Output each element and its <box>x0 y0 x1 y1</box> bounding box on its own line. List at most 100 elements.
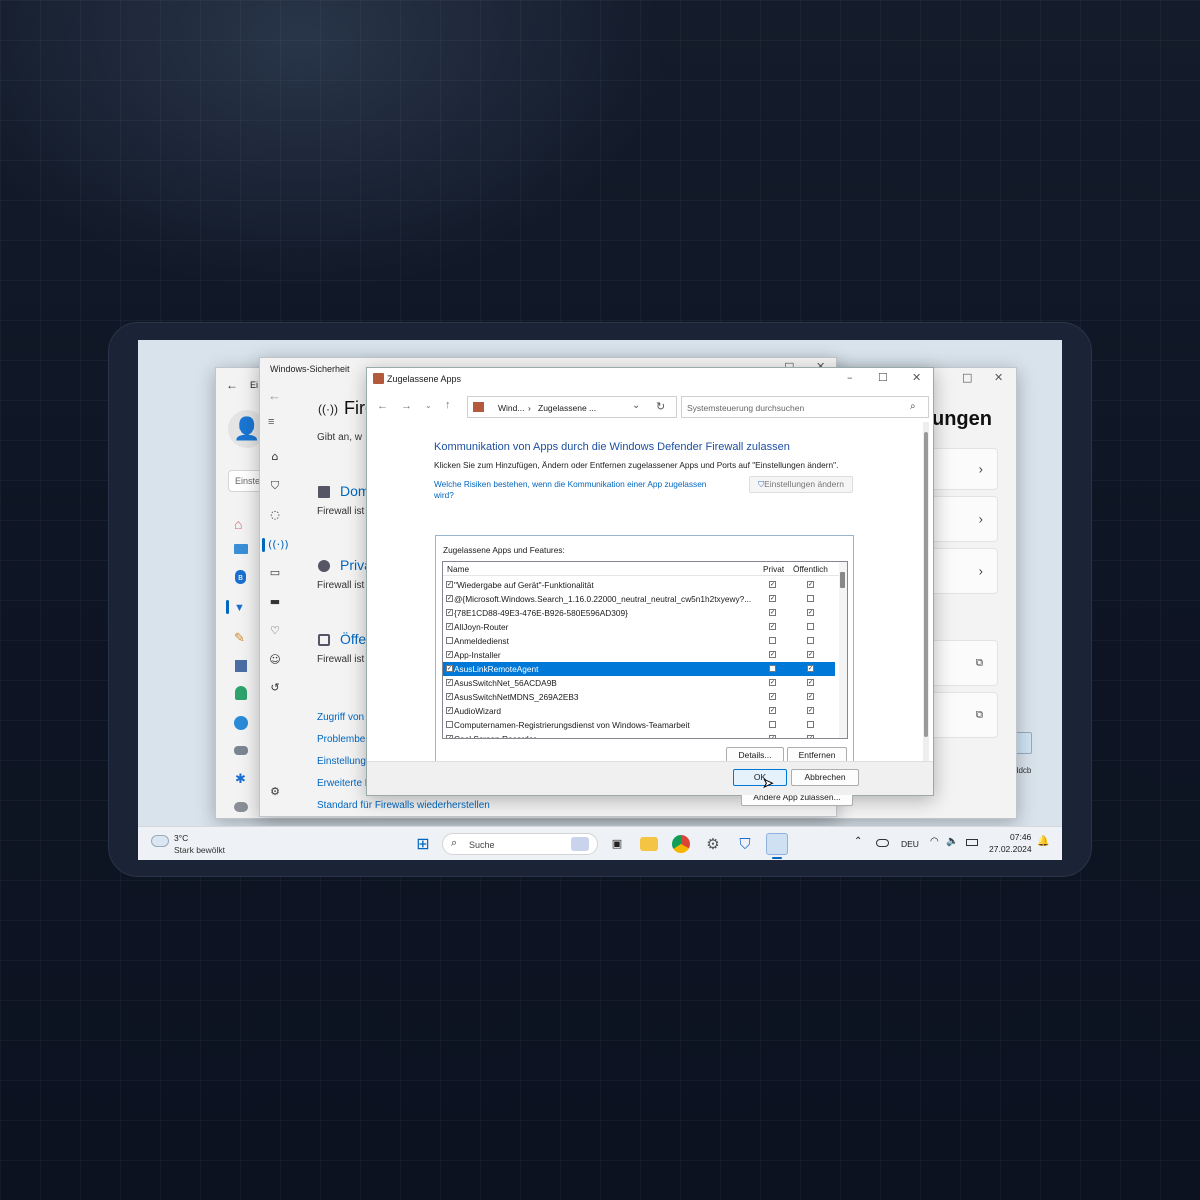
taskbar-search-input[interactable]: ⌕ Suche <box>442 833 598 855</box>
ok-button[interactable]: OK <box>733 769 787 786</box>
public-network-link[interactable]: Öffe <box>340 631 366 647</box>
nav-accounts-icon[interactable] <box>235 686 247 700</box>
wifi-icon[interactable]: ◠ <box>930 836 939 847</box>
firewall-network-icon[interactable]: ((·)) <box>268 538 289 552</box>
row-private-checkbox[interactable] <box>769 665 776 672</box>
row-enabled-checkbox[interactable]: ✓ <box>446 595 453 602</box>
weather-cloud-icon[interactable] <box>151 835 169 847</box>
table-row[interactable]: ✓ App-Installer ✓ ✓ <box>443 648 835 662</box>
settings-card-2[interactable]: › <box>928 496 998 542</box>
notification-settings-link[interactable]: Einstellung <box>317 756 366 767</box>
settings-card-1[interactable]: › <box>928 448 998 490</box>
restore-defaults-link[interactable]: Standard für Firewalls wiederherstellen <box>317 800 490 811</box>
table-row[interactable]: Anmeldedienst <box>443 634 835 648</box>
nav-personalization-icon[interactable]: ✎ <box>234 630 245 646</box>
address-bar[interactable]: Wind... › Zugelassene ... ⌄ ↻ <box>467 396 677 418</box>
wifi-icon[interactable]: ▼ <box>234 602 245 614</box>
row-public-checkbox[interactable]: ✓ <box>807 707 814 714</box>
row-public-checkbox[interactable]: ✓ <box>807 735 814 738</box>
row-enabled-checkbox[interactable]: ✓ <box>446 665 453 672</box>
settings-card-5[interactable]: ⧉ <box>928 692 998 738</box>
row-private-checkbox[interactable]: ✓ <box>769 679 776 686</box>
menu-icon[interactable]: ≡ <box>268 416 274 428</box>
settings-card-4[interactable]: ⧉ <box>928 640 998 686</box>
list-scrollbar[interactable] <box>839 562 847 738</box>
file-explorer-icon[interactable] <box>640 837 658 851</box>
control-panel-search-input[interactable]: Systemsteuerung durchsuchen ⌕ <box>681 396 929 418</box>
column-header-name[interactable]: Name <box>447 562 469 576</box>
table-row[interactable]: ✓ @{Microsoft.Windows.Search_1.16.0.22000… <box>443 592 835 606</box>
row-private-checkbox[interactable]: ✓ <box>769 581 776 588</box>
family-options-icon[interactable]: ☺ <box>268 653 282 667</box>
nav-time-icon[interactable] <box>234 716 248 730</box>
onedrive-cloud-icon[interactable] <box>876 839 889 847</box>
advanced-settings-link[interactable]: Erweiterte E <box>317 778 371 789</box>
close-button[interactable]: ✕ <box>994 371 1003 384</box>
row-private-checkbox[interactable]: ✓ <box>769 735 776 738</box>
column-header-public[interactable]: Öffentlich <box>793 562 828 576</box>
search-icon[interactable]: ⌕ <box>910 401 916 412</box>
control-panel-icon[interactable] <box>766 833 788 855</box>
row-public-checkbox[interactable] <box>807 721 814 728</box>
row-public-checkbox[interactable]: ✓ <box>807 665 814 672</box>
table-row[interactable]: ✓ AsusSwitchNet_56ACDA9B ✓ ✓ <box>443 676 835 690</box>
row-public-checkbox[interactable]: ✓ <box>807 651 814 658</box>
windows-security-shield-icon[interactable]: ⛉ <box>736 835 754 853</box>
row-enabled-checkbox[interactable] <box>446 637 453 644</box>
settings-card-3[interactable]: › <box>928 548 998 594</box>
row-private-checkbox[interactable] <box>769 637 776 644</box>
column-header-private[interactable]: Privat <box>763 562 784 576</box>
address-dropdown-icon[interactable]: ⌄ <box>632 400 640 411</box>
settings-gear-icon[interactable]: ⚙ <box>704 835 722 853</box>
row-public-checkbox[interactable]: ✓ <box>807 693 814 700</box>
nav-bluetooth-icon[interactable]: ʙ <box>235 570 246 584</box>
weather-description[interactable]: Stark bewölkt <box>174 845 225 855</box>
nav-network-icon[interactable] <box>226 600 229 614</box>
row-public-checkbox[interactable] <box>807 623 814 630</box>
table-row[interactable]: ✓ AsusSwitchNetMDNS_269A2EB3 ✓ ✓ <box>443 690 835 704</box>
row-public-checkbox[interactable]: ✓ <box>807 679 814 686</box>
risks-link[interactable]: Welche Risiken bestehen, wenn die Kommun… <box>434 479 706 489</box>
back-arrow-icon[interactable]: ← <box>268 388 281 403</box>
clock-date[interactable]: 27.02.2024 <box>989 844 1032 854</box>
row-enabled-checkbox[interactable]: ✓ <box>446 609 453 616</box>
clock-time[interactable]: 07:46 <box>1010 832 1031 842</box>
content-scrollbar-thumb[interactable] <box>924 432 928 737</box>
task-view-icon[interactable]: ▣ <box>608 835 626 853</box>
show-hidden-icons-chevron-icon[interactable]: ⌃ <box>854 836 862 847</box>
app-browser-control-icon[interactable]: ▭ <box>268 566 282 580</box>
home-icon[interactable]: ⌂ <box>268 450 282 464</box>
risks-link-line2[interactable]: wird? <box>434 490 454 500</box>
chrome-icon[interactable] <box>672 835 690 853</box>
nav-system-icon[interactable] <box>234 544 248 554</box>
nav-gaming-icon[interactable] <box>234 746 248 755</box>
notification-bell-icon[interactable]: 🔔 <box>1037 836 1049 847</box>
breadcrumb-part-2[interactable]: Zugelassene ... <box>538 403 596 413</box>
weather-temperature[interactable]: 3°C <box>174 833 188 843</box>
virus-protection-shield-icon[interactable]: ⛉ <box>268 479 282 493</box>
start-windows-icon[interactable]: ⊞ <box>414 835 432 853</box>
device-health-heart-icon[interactable]: ♡ <box>268 624 282 638</box>
row-private-checkbox[interactable] <box>769 721 776 728</box>
row-enabled-checkbox[interactable]: ✓ <box>446 679 453 686</box>
table-row[interactable]: ✓ {78E1CD88-49E3-476E-B926-580E596AD309} ✓… <box>443 606 835 620</box>
scrollbar-thumb[interactable] <box>840 572 845 588</box>
dialog-minimize-button[interactable]: – <box>847 371 853 384</box>
row-private-checkbox[interactable]: ✓ <box>769 595 776 602</box>
row-enabled-checkbox[interactable]: ✓ <box>446 693 453 700</box>
volume-icon[interactable]: 🔈 <box>946 836 958 847</box>
table-row[interactable]: ✓ AllJoyn-Router ✓ <box>443 620 835 634</box>
breadcrumb-part-1[interactable]: Wind... <box>498 403 524 413</box>
nav-accessibility-icon[interactable]: ✱ <box>235 771 246 787</box>
account-protection-icon[interactable]: ◌ <box>268 508 282 522</box>
row-enabled-checkbox[interactable]: ✓ <box>446 581 453 588</box>
apps-list[interactable]: Name Privat Öffentlich ✓ "Wiedergabe auf … <box>442 561 848 739</box>
row-public-checkbox[interactable] <box>807 595 814 602</box>
row-private-checkbox[interactable]: ✓ <box>769 707 776 714</box>
battery-icon[interactable] <box>966 839 978 846</box>
change-settings-button[interactable]: ⛉Einstellungen ändern <box>749 476 853 493</box>
dialog-close-button[interactable]: ✕ <box>912 371 921 384</box>
troubleshooter-link[interactable]: Problembe <box>317 734 365 745</box>
recent-dropdown-icon[interactable]: ⌄ <box>425 401 432 410</box>
row-private-checkbox[interactable]: ✓ <box>769 623 776 630</box>
